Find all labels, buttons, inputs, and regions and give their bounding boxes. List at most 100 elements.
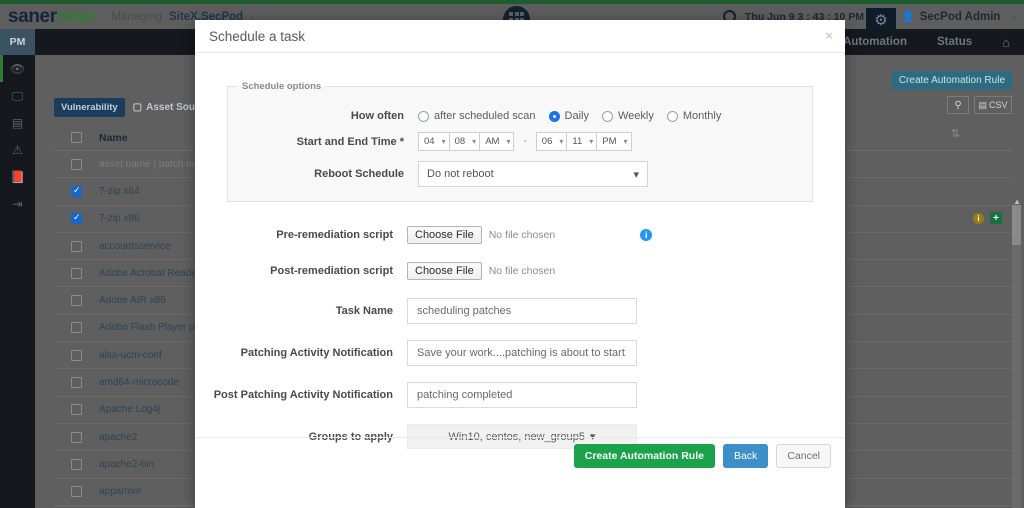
patching-notification-label: Patching Activity Notification — [195, 347, 407, 359]
start-hour-select[interactable]: 04▾ — [418, 132, 449, 151]
radio-button[interactable] — [667, 111, 678, 122]
chevron-down-icon: ▾ — [506, 137, 510, 146]
row-checkbox[interactable] — [71, 213, 82, 224]
pre-remediation-choose-file-button[interactable]: Choose File — [407, 226, 482, 244]
radio-after-scheduled-scan[interactable]: after scheduled scan — [418, 110, 536, 122]
create-automation-rule-button[interactable]: Create Automation Rule — [574, 444, 715, 468]
row-checkbox-cell[interactable] — [54, 404, 99, 415]
row-checkbox[interactable] — [71, 486, 82, 497]
info-icon[interactable]: i — [973, 213, 984, 224]
warning-triangle-icon: ⚠ — [12, 144, 23, 156]
how-often-radio-group: after scheduled scan Daily Weekly M — [418, 110, 721, 122]
sidebar-item-library[interactable]: 📕 — [0, 163, 35, 190]
row-checkbox-cell[interactable] — [54, 268, 99, 279]
row-action-icons: i + — [973, 212, 1002, 224]
row-name: apparmor — [99, 486, 142, 497]
select-all-cell[interactable] — [54, 132, 99, 143]
reboot-schedule-control: Do not reboot ▾ — [418, 161, 648, 187]
tab-status[interactable]: Status — [937, 36, 972, 48]
modal-footer: Create Automation Rule Back Cancel — [195, 437, 845, 473]
user-icon: 👤 — [901, 10, 915, 23]
sidebar-item-devices[interactable]: 🖵 — [0, 82, 35, 109]
row-checkbox[interactable] — [71, 186, 82, 197]
row-checkbox-cell[interactable] — [54, 350, 99, 361]
vertical-scrollbar[interactable] — [1012, 205, 1021, 508]
post-patching-notification-input[interactable]: patching completed — [407, 382, 637, 408]
row-name: Adobe AIR x86 — [99, 295, 166, 306]
back-button[interactable]: Back — [723, 444, 768, 468]
row-checkbox-cell[interactable] — [54, 213, 99, 224]
reboot-schedule-select[interactable]: Do not reboot ▾ — [418, 161, 648, 187]
export-csv-button[interactable]: ▤ CSV — [974, 96, 1012, 114]
post-remediation-label: Post-remediation script — [195, 265, 407, 277]
radio-monthly[interactable]: Monthly — [667, 110, 722, 122]
row-checkbox-cell[interactable] — [54, 377, 99, 388]
end-meridiem-select[interactable]: PM▾ — [596, 132, 631, 151]
app-logo[interactable]: sanernow — [8, 6, 94, 28]
monitor-icon: 🖵 — [12, 90, 24, 102]
plus-icon[interactable]: + — [990, 212, 1002, 224]
monitor-icon: ▢ — [133, 102, 142, 113]
start-meridiem-select[interactable]: AM▾ — [479, 132, 514, 151]
chevron-down-icon: ▾ — [633, 168, 639, 181]
row-checkbox[interactable] — [71, 350, 82, 361]
time-separator: - — [523, 136, 526, 147]
radio-button[interactable] — [602, 111, 613, 122]
row-checkbox[interactable] — [71, 322, 82, 333]
sidebar-item-reports[interactable]: ▤ — [0, 109, 35, 136]
home-icon[interactable]: ⌂ — [1002, 35, 1010, 50]
create-automation-rule-button[interactable]: Create Automation Rule — [892, 71, 1012, 90]
schedule-task-modal: Schedule a task × Schedule options How o… — [195, 20, 845, 508]
sidebar-item-visibility[interactable]: 👁 — [0, 55, 35, 82]
task-name-label: Task Name — [195, 305, 407, 317]
end-minute-select[interactable]: 11▾ — [566, 132, 596, 151]
end-hour-select[interactable]: 06▾ — [536, 132, 567, 151]
row-checkbox[interactable] — [71, 295, 82, 306]
row-checkbox[interactable] — [71, 377, 82, 388]
row-checkbox-cell[interactable] — [54, 432, 99, 443]
row-checkbox-cell[interactable] — [54, 322, 99, 333]
radio-button[interactable] — [549, 111, 560, 122]
row-checkbox-cell[interactable] — [54, 186, 99, 197]
tab-automation[interactable]: Automation — [843, 36, 907, 48]
search-icon[interactable]: ⚲ — [947, 96, 969, 114]
row-checkbox-cell[interactable] — [54, 459, 99, 470]
start-end-time-row: Start and End Time * 04▾ 08▾ AM▾ - 06▾ 1… — [238, 132, 802, 151]
task-name-input[interactable]: scheduling patches — [407, 298, 637, 324]
row-name: apache2-bin — [99, 459, 154, 470]
start-minute-select[interactable]: 08▾ — [449, 132, 480, 151]
radio-button[interactable] — [418, 111, 429, 122]
close-icon[interactable]: × — [825, 28, 833, 43]
filter-checkbox[interactable] — [71, 159, 82, 170]
row-checkbox[interactable] — [71, 459, 82, 470]
gear-icon: ⚙ — [874, 13, 887, 28]
radio-daily[interactable]: Daily — [549, 110, 589, 122]
tab-vulnerability[interactable]: Vulnerability — [54, 98, 125, 117]
radio-weekly[interactable]: Weekly — [602, 110, 654, 122]
book-icon: 📕 — [10, 171, 25, 183]
schedule-options-panel: Schedule options How often after schedul… — [227, 81, 813, 202]
patching-notification-row: Patching Activity Notification Save your… — [195, 340, 845, 366]
row-checkbox[interactable] — [71, 404, 82, 415]
info-icon[interactable]: i — [640, 229, 652, 241]
sidebar-item-logout[interactable]: ⇥ — [0, 190, 35, 217]
scrollbar-thumb[interactable] — [1012, 205, 1021, 245]
select-all-checkbox[interactable] — [71, 132, 82, 143]
post-remediation-control: Choose File No file chosen — [407, 262, 555, 280]
filter-checkbox-cell[interactable] — [54, 159, 99, 170]
post-remediation-file-status: No file chosen — [489, 265, 556, 277]
schedule-options-legend: Schedule options — [238, 81, 325, 92]
post-remediation-choose-file-button[interactable]: Choose File — [407, 262, 482, 280]
patching-notification-input[interactable]: Save your work....patching is about to s… — [407, 340, 637, 366]
row-checkbox-cell[interactable] — [54, 486, 99, 497]
sidebar-item-alerts[interactable]: ⚠ — [0, 136, 35, 163]
row-checkbox[interactable] — [71, 241, 82, 252]
user-menu[interactable]: 👤 SecPod Admin ⌄ — [901, 4, 1018, 29]
row-checkbox-cell[interactable] — [54, 295, 99, 306]
column-header-name[interactable]: Name — [99, 132, 128, 144]
row-checkbox[interactable] — [71, 268, 82, 279]
row-checkbox-cell[interactable] — [54, 241, 99, 252]
radio-label: Daily — [565, 110, 589, 122]
row-checkbox[interactable] — [71, 432, 82, 443]
cancel-button[interactable]: Cancel — [776, 444, 831, 468]
